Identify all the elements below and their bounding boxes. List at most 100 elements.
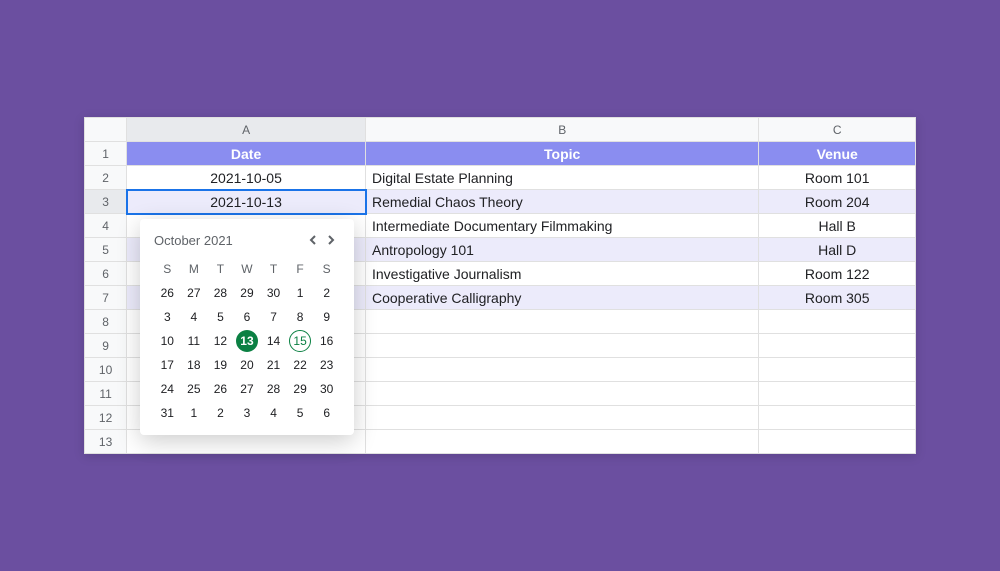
header-topic[interactable]: Topic bbox=[366, 142, 759, 166]
cell-B5[interactable]: Antropology 101 bbox=[366, 238, 759, 262]
date-picker-day[interactable]: 16 bbox=[313, 329, 340, 353]
col-header-A[interactable]: A bbox=[127, 118, 366, 142]
date-picker-prev-button[interactable] bbox=[304, 231, 322, 249]
cell-B13[interactable] bbox=[366, 430, 759, 454]
row-header[interactable]: 8 bbox=[85, 310, 127, 334]
date-picker-day[interactable]: 24 bbox=[154, 377, 181, 401]
date-picker-day-outside[interactable]: 1 bbox=[181, 401, 208, 425]
date-picker-day[interactable]: 8 bbox=[287, 305, 314, 329]
date-picker-day[interactable]: 15 bbox=[287, 329, 314, 353]
cell-B7[interactable]: Cooperative Calligraphy bbox=[366, 286, 759, 310]
date-picker-day[interactable]: 31 bbox=[154, 401, 181, 425]
date-picker-day-outside[interactable]: 26 bbox=[154, 281, 181, 305]
cell-B8[interactable] bbox=[366, 310, 759, 334]
cell-C5[interactable]: Hall D bbox=[759, 238, 916, 262]
date-picker-day[interactable]: 6 bbox=[234, 305, 261, 329]
date-picker-day[interactable]: 21 bbox=[260, 353, 287, 377]
chevron-left-icon bbox=[308, 235, 318, 245]
cell-B2[interactable]: Digital Estate Planning bbox=[366, 166, 759, 190]
date-picker-day[interactable]: 5 bbox=[207, 305, 234, 329]
date-picker-day[interactable]: 29 bbox=[287, 377, 314, 401]
cell-B9[interactable] bbox=[366, 334, 759, 358]
row-header[interactable]: 12 bbox=[85, 406, 127, 430]
cell-C12[interactable] bbox=[759, 406, 916, 430]
cell-B11[interactable] bbox=[366, 382, 759, 406]
date-picker-day[interactable]: 19 bbox=[207, 353, 234, 377]
cell-C7[interactable]: Room 305 bbox=[759, 286, 916, 310]
date-picker-day[interactable]: 2 bbox=[313, 281, 340, 305]
date-picker-day[interactable]: 9 bbox=[313, 305, 340, 329]
date-picker-day-outside[interactable]: 2 bbox=[207, 401, 234, 425]
date-picker-grid: SMTWTFS 26272829301234567891011121314151… bbox=[154, 257, 340, 425]
date-picker-day[interactable]: 28 bbox=[260, 377, 287, 401]
cell-C10[interactable] bbox=[759, 358, 916, 382]
cell-C2[interactable]: Room 101 bbox=[759, 166, 916, 190]
cell-A3[interactable]: 2021-10-13 bbox=[127, 190, 366, 214]
date-picker-dow: T bbox=[207, 257, 234, 281]
row-header[interactable]: 11 bbox=[85, 382, 127, 406]
date-picker-day-outside[interactable]: 29 bbox=[234, 281, 261, 305]
cell-C9[interactable] bbox=[759, 334, 916, 358]
chevron-right-icon bbox=[326, 235, 336, 245]
col-header-B[interactable]: B bbox=[366, 118, 759, 142]
date-picker-dow: S bbox=[313, 257, 340, 281]
cell-B10[interactable] bbox=[366, 358, 759, 382]
date-picker-day-outside[interactable]: 30 bbox=[260, 281, 287, 305]
date-picker-popover: October 2021 SMTWTFS 2627282930123456789… bbox=[140, 219, 354, 435]
cell-C13[interactable] bbox=[759, 430, 916, 454]
date-picker-day[interactable]: 10 bbox=[154, 329, 181, 353]
date-picker-dow: W bbox=[234, 257, 261, 281]
date-picker-day[interactable]: 7 bbox=[260, 305, 287, 329]
row-header[interactable]: 6 bbox=[85, 262, 127, 286]
cell-B6[interactable]: Investigative Journalism bbox=[366, 262, 759, 286]
row-header[interactable]: 10 bbox=[85, 358, 127, 382]
date-picker-day[interactable]: 3 bbox=[154, 305, 181, 329]
date-picker-day[interactable]: 12 bbox=[207, 329, 234, 353]
row-header[interactable]: 4 bbox=[85, 214, 127, 238]
cell-C3[interactable]: Room 204 bbox=[759, 190, 916, 214]
date-picker-day[interactable]: 14 bbox=[260, 329, 287, 353]
row-header[interactable]: 7 bbox=[85, 286, 127, 310]
date-picker-day[interactable]: 13 bbox=[234, 329, 261, 353]
select-all-corner[interactable] bbox=[85, 118, 127, 142]
date-picker-dow: S bbox=[154, 257, 181, 281]
row-header[interactable]: 5 bbox=[85, 238, 127, 262]
row-header[interactable]: 13 bbox=[85, 430, 127, 454]
date-picker-next-button[interactable] bbox=[322, 231, 340, 249]
date-picker-day[interactable]: 25 bbox=[181, 377, 208, 401]
cell-B3[interactable]: Remedial Chaos Theory bbox=[366, 190, 759, 214]
date-picker-day[interactable]: 20 bbox=[234, 353, 261, 377]
date-picker-day-outside[interactable]: 3 bbox=[234, 401, 261, 425]
date-picker-month-label: October 2021 bbox=[154, 233, 304, 248]
date-picker-day-outside[interactable]: 28 bbox=[207, 281, 234, 305]
row-header[interactable]: 1 bbox=[85, 142, 127, 166]
cell-C8[interactable] bbox=[759, 310, 916, 334]
date-picker-day-outside[interactable]: 5 bbox=[287, 401, 314, 425]
date-picker-day[interactable]: 4 bbox=[181, 305, 208, 329]
header-date[interactable]: Date bbox=[127, 142, 366, 166]
header-venue[interactable]: Venue bbox=[759, 142, 916, 166]
date-picker-day-outside[interactable]: 27 bbox=[181, 281, 208, 305]
date-picker-day[interactable]: 17 bbox=[154, 353, 181, 377]
date-picker-dow: T bbox=[260, 257, 287, 281]
date-picker-day[interactable]: 22 bbox=[287, 353, 314, 377]
date-picker-day-outside[interactable]: 4 bbox=[260, 401, 287, 425]
cell-C6[interactable]: Room 122 bbox=[759, 262, 916, 286]
date-picker-day[interactable]: 30 bbox=[313, 377, 340, 401]
date-picker-day[interactable]: 27 bbox=[234, 377, 261, 401]
date-picker-day[interactable]: 11 bbox=[181, 329, 208, 353]
cell-A2[interactable]: 2021-10-05 bbox=[127, 166, 366, 190]
cell-C4[interactable]: Hall B bbox=[759, 214, 916, 238]
date-picker-day-outside[interactable]: 6 bbox=[313, 401, 340, 425]
date-picker-day[interactable]: 18 bbox=[181, 353, 208, 377]
cell-B12[interactable] bbox=[366, 406, 759, 430]
cell-B4[interactable]: Intermediate Documentary Filmmaking bbox=[366, 214, 759, 238]
row-header[interactable]: 9 bbox=[85, 334, 127, 358]
date-picker-day[interactable]: 1 bbox=[287, 281, 314, 305]
row-header[interactable]: 2 bbox=[85, 166, 127, 190]
cell-C11[interactable] bbox=[759, 382, 916, 406]
date-picker-day[interactable]: 23 bbox=[313, 353, 340, 377]
col-header-C[interactable]: C bbox=[759, 118, 916, 142]
row-header[interactable]: 3 bbox=[85, 190, 127, 214]
date-picker-day[interactable]: 26 bbox=[207, 377, 234, 401]
